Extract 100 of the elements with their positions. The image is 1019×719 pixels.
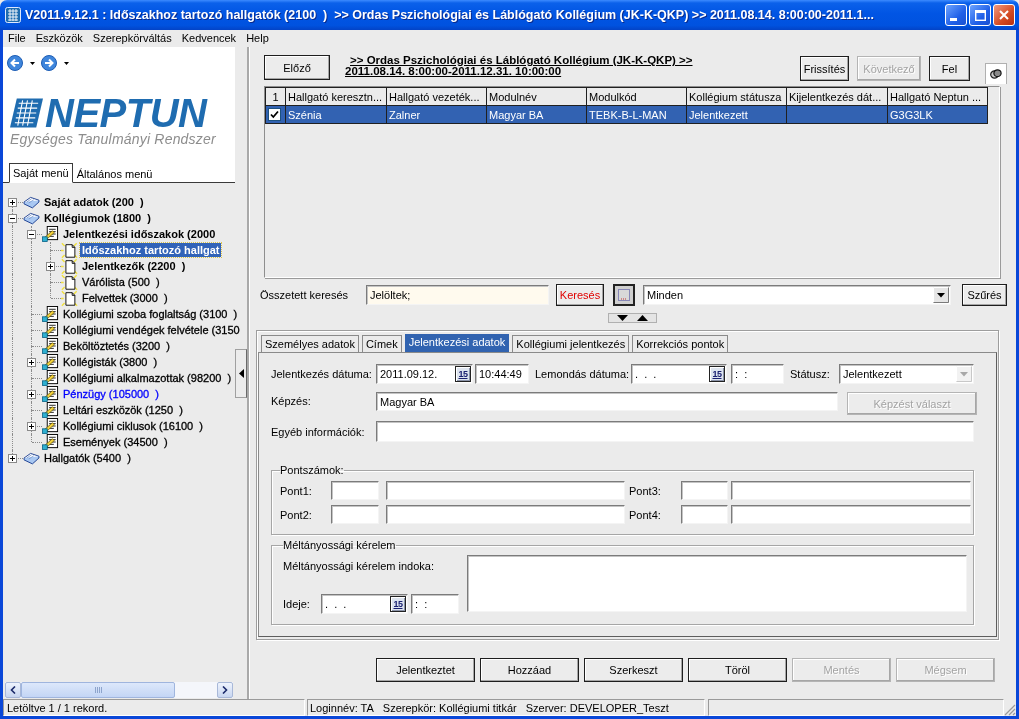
- tree-item[interactable]: Kollégiumok (1800 ): [42, 211, 153, 225]
- tree-item[interactable]: Pénzügy (105000 ): [61, 387, 161, 401]
- menu-item[interactable]: Szerepkörváltás: [87, 31, 177, 46]
- tree-item[interactable]: Kollégiumi alkalmazottak (98200 ): [61, 371, 234, 385]
- document-pencil-icon: [41, 386, 60, 402]
- expand-toggle[interactable]: [8, 453, 17, 463]
- tree-item[interactable]: Események (34500 ): [61, 435, 170, 449]
- horizontal-scrollbar[interactable]: [5, 682, 233, 698]
- scroll-right-button[interactable]: [217, 682, 233, 698]
- menu-item[interactable]: Eszközök: [30, 31, 88, 46]
- date-field[interactable]: . . . 15: [631, 364, 727, 384]
- detail-tab[interactable]: Személyes adatok: [261, 335, 359, 352]
- date-field[interactable]: 2011.09.12. 15: [376, 364, 473, 384]
- collapse-sidebar-button[interactable]: [235, 349, 247, 398]
- action-button[interactable]: Töröl: [688, 658, 787, 682]
- action-button[interactable]: Jelentkeztet: [376, 658, 475, 682]
- icon-tab-button[interactable]: [985, 63, 1007, 84]
- column-header[interactable]: Hallgató vezeték...: [386, 87, 487, 106]
- column-header[interactable]: Modulkód: [586, 87, 687, 106]
- collapse-toggle[interactable]: [27, 229, 36, 239]
- date-field[interactable]: . . . 15: [321, 594, 408, 614]
- tree-item[interactable]: Kollégisták (3800 ): [61, 355, 160, 369]
- tree-item[interactable]: Kollégiumi vendégek felvétele (3150: [61, 323, 242, 337]
- dropdown-arrow-icon[interactable]: [933, 287, 949, 303]
- tree-item[interactable]: Kollégiumi szoba foglaltság (3100 ): [61, 307, 240, 321]
- menu-tab[interactable]: Saját menü: [9, 163, 73, 183]
- action-button[interactable]: Szerkeszt: [584, 658, 683, 682]
- app-icon: [5, 7, 21, 23]
- document-pencil-icon: [41, 434, 60, 450]
- status-message: Letöltve 1 / 1 rekord.: [3, 699, 305, 716]
- program-field[interactable]: Magyar BA: [376, 392, 838, 411]
- minimize-button[interactable]: [945, 4, 967, 26]
- close-icon: [999, 10, 1009, 20]
- expand-toggle[interactable]: [46, 261, 55, 271]
- column-header[interactable]: Modulnév: [486, 87, 587, 106]
- time-field[interactable]: 10:44:49: [475, 364, 529, 384]
- expand-toggle[interactable]: [27, 357, 36, 367]
- point-field[interactable]: [331, 481, 379, 500]
- forward-button[interactable]: [41, 55, 69, 71]
- filter-select[interactable]: Minden: [643, 285, 951, 305]
- menu-tab[interactable]: Általános menü: [72, 164, 157, 183]
- breadcrumb-link[interactable]: >> Ordas Pszichológiai és Láblógató Kollégium (JK-K-QKP) >>: [345, 55, 693, 66]
- point-field[interactable]: [681, 481, 728, 500]
- tree-item[interactable]: Saját adatok (200 ): [42, 195, 146, 209]
- detail-tab[interactable]: Jelentkezési adatok: [404, 334, 510, 352]
- time-field[interactable]: : :: [731, 364, 784, 384]
- expand-toggle[interactable]: [27, 389, 36, 399]
- tree-item[interactable]: Időszakhoz tartozó hallgat: [80, 243, 221, 257]
- detail-tab[interactable]: Címek: [361, 335, 402, 352]
- column-header[interactable]: Kollégium státusza: [686, 87, 787, 106]
- point-field[interactable]: [681, 505, 728, 524]
- close-button[interactable]: [993, 4, 1015, 26]
- detail-tab[interactable]: Korrekciós pontok: [632, 335, 729, 352]
- previous-button[interactable]: Előző: [264, 55, 330, 80]
- maximize-button[interactable]: [969, 4, 991, 26]
- menu-item[interactable]: Help: [241, 31, 274, 46]
- resize-grip-icon[interactable]: [1004, 704, 1016, 716]
- toolbar-button[interactable]: Fel: [929, 56, 970, 81]
- tree-item[interactable]: Jelentkezők (2200 ): [80, 259, 188, 273]
- scrollbar-thumb[interactable]: [21, 682, 175, 698]
- tree-item[interactable]: Leltári eszközök (1250 ): [61, 403, 185, 417]
- table-row[interactable]: Szénia Zalner Magyar BA TEBK-B-L-MAN Jelentkezett G3G3LK: [265, 105, 988, 124]
- search-field[interactable]: Jelöltek;: [366, 285, 549, 305]
- tree-item[interactable]: Felvettek (3000 ): [80, 291, 170, 305]
- breadcrumb-link[interactable]: 2011.08.14. 8:00:00-2011.12.31. 10:00:00: [345, 66, 693, 77]
- other-info-field[interactable]: [376, 421, 974, 442]
- column-header[interactable]: Kijelentkezés dát...: [786, 87, 888, 106]
- point-note-field[interactable]: [386, 481, 625, 500]
- point-note-field[interactable]: [731, 505, 971, 524]
- tree-item[interactable]: Jelentkezési időszakok (2000: [61, 227, 218, 241]
- row-checkbox[interactable]: [268, 108, 281, 121]
- detail-tab[interactable]: Kollégiumi jelentkezés: [512, 335, 630, 352]
- point-field[interactable]: [331, 505, 379, 524]
- tree-item[interactable]: Beköltöztetés (3200 ): [61, 339, 172, 353]
- back-button[interactable]: [7, 55, 35, 71]
- toolbar-button[interactable]: Frissítés: [800, 56, 849, 81]
- option-button[interactable]: [613, 284, 635, 306]
- menu-item[interactable]: File: [3, 31, 31, 46]
- column-header[interactable]: Hallgató Neptun ...: [887, 87, 988, 106]
- point-note-field[interactable]: [731, 481, 971, 500]
- calendar-button[interactable]: 15: [709, 366, 725, 382]
- filter-button[interactable]: Szűrés: [962, 284, 1007, 306]
- expand-toggle[interactable]: [27, 421, 36, 431]
- up-triangle-icon[interactable]: [637, 315, 648, 321]
- tree-item[interactable]: Hallgatók (5400 ): [42, 451, 133, 465]
- action-button[interactable]: Hozzáad: [480, 658, 579, 682]
- scroll-left-button[interactable]: [5, 682, 21, 698]
- down-triangle-icon[interactable]: [617, 315, 628, 321]
- search-button[interactable]: Keresés: [556, 284, 604, 306]
- collapse-toggle[interactable]: [8, 213, 17, 223]
- column-header[interactable]: Hallgató keresztn...: [285, 87, 387, 106]
- expand-toggle[interactable]: [8, 197, 17, 207]
- point-note-field[interactable]: [386, 505, 625, 524]
- tree-item[interactable]: Várólista (500 ): [80, 275, 162, 289]
- tree-item[interactable]: Kollégiumi ciklusok (16100 ): [61, 419, 205, 433]
- calendar-button[interactable]: 15: [390, 596, 406, 612]
- time-field[interactable]: : :: [411, 594, 459, 614]
- calendar-button[interactable]: 15: [455, 366, 471, 382]
- column-header[interactable]: 1: [265, 87, 286, 106]
- menu-item[interactable]: Kedvencek: [176, 31, 242, 46]
